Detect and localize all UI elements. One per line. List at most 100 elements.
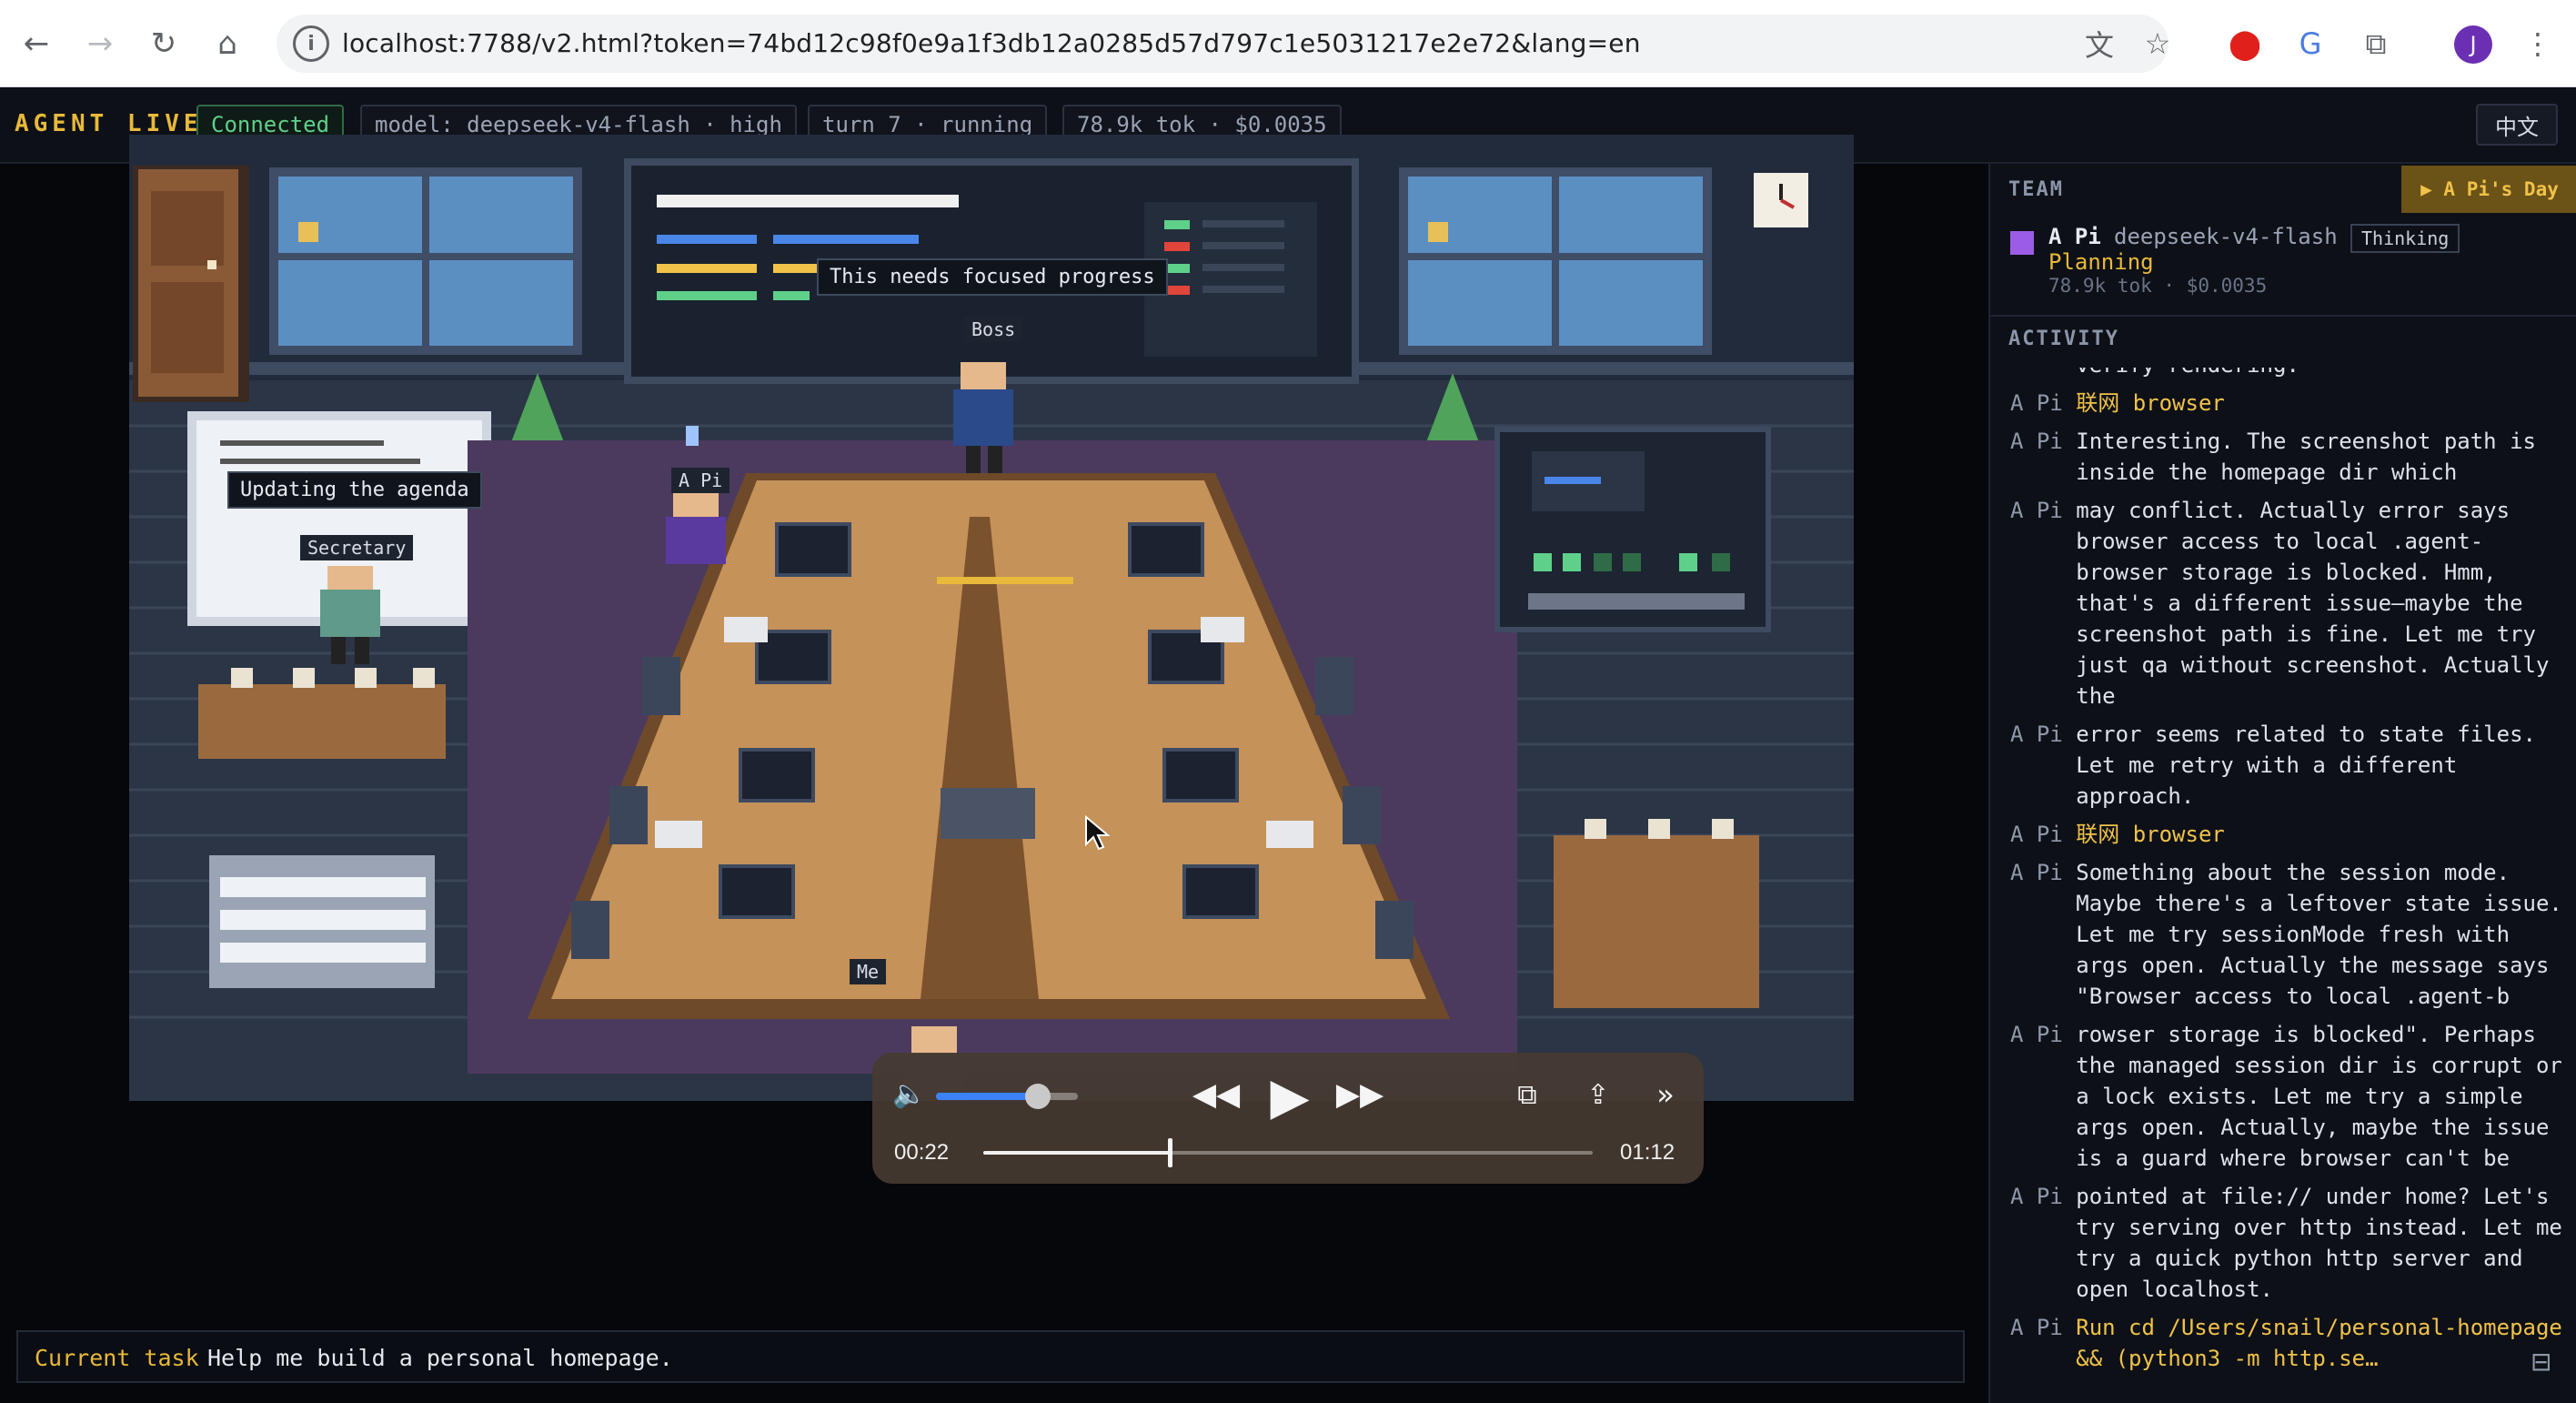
- activity-line: the: [2010, 681, 2115, 712]
- more-chevrons-icon[interactable]: »: [1642, 1067, 1689, 1122]
- agent-nametag: A Pi: [671, 468, 730, 493]
- activity-feed[interactable]: verify rendering.A Pi 联网 browserA Pi Int…: [1990, 368, 2576, 1403]
- profile-avatar[interactable]: J: [2454, 25, 2492, 64]
- home-icon[interactable]: ⌂: [204, 20, 251, 67]
- boss-nametag: Boss: [964, 317, 1023, 342]
- activity-text: Interesting. The screenshot path is: [2076, 429, 2536, 454]
- progress-scrubber[interactable]: [983, 1138, 1593, 1167]
- volume-icon[interactable]: 🔈: [892, 1078, 926, 1110]
- activity-line: the managed session dir is corrupt or: [2010, 1050, 2562, 1081]
- activity-author: A Pi: [2010, 1315, 2063, 1340]
- browser-menu-icon[interactable]: ⋮: [2518, 24, 2558, 64]
- team-heading: TEAM: [2008, 178, 2064, 201]
- current-task-bar: Current task Help me build a personal ho…: [16, 1330, 1965, 1383]
- extensions-puzzle-icon[interactable]: ⧉: [2356, 24, 2396, 64]
- activity-line: browser access to local .agent-: [2010, 526, 2483, 557]
- member-color-swatch: [2010, 231, 2034, 255]
- activity-text: rowser storage is blocked". Perhaps: [2076, 1022, 2536, 1047]
- activity-line: screenshot path is fine. Let me try: [2010, 619, 2536, 650]
- boss-speech-bubble: This needs focused progress: [817, 258, 1168, 296]
- partial-nametag: Me: [850, 959, 887, 984]
- activity-line: "Browser access to local .agent-b: [2010, 981, 2510, 1012]
- activity-line: Maybe there's a leftover state issue.: [2010, 888, 2562, 919]
- activity-text: browser access to local .agent-: [2076, 529, 2484, 554]
- share-icon[interactable]: ⇪: [1575, 1067, 1622, 1122]
- activity-tool-call: && (python3 -m http.se…: [2076, 1346, 2379, 1371]
- activity-text: a lock exists. Let me try a simple: [2076, 1084, 2523, 1109]
- activity-text: Let me try sessionMode fresh with: [2076, 922, 2511, 947]
- activity-text: Maybe there's a leftover state issue.: [2076, 891, 2562, 916]
- activity-line: browser storage is blocked. Hmm,: [2010, 557, 2497, 588]
- activity-text: Let me retry with a different: [2076, 752, 2458, 778]
- progress-fill: [983, 1151, 1171, 1155]
- activity-line: approach.: [2010, 781, 2194, 812]
- activity-tool-call: Run cd /Users/snail/personal-homepage: [2076, 1315, 2562, 1340]
- activity-line: Let me try sessionMode fresh with: [2010, 919, 2510, 950]
- current-task-text: Help me build a personal homepage.: [207, 1345, 673, 1371]
- current-time: 00:22: [894, 1140, 950, 1165]
- activity-author: A Pi: [2010, 429, 2063, 454]
- member-status-badge: Thinking: [2350, 224, 2460, 253]
- url-text[interactable]: localhost:7788/v2.html?token=74bd12c98f0…: [342, 28, 1641, 58]
- activity-line: Let me retry with a different: [2010, 750, 2457, 781]
- office-scene: This needs focused progress Boss Updatin…: [129, 135, 1854, 1101]
- volume-knob[interactable]: [1025, 1084, 1052, 1109]
- activity-text: "Browser access to local .agent-b: [2076, 984, 2511, 1009]
- activity-text: args open. Actually, maybe the issue: [2076, 1115, 2550, 1140]
- member-model: deepseek-v4-flash: [2114, 224, 2338, 249]
- activity-text: may conflict. Actually error says: [2076, 498, 2511, 523]
- activity-author: A Pi: [2010, 1022, 2063, 1047]
- activity-line: args open. Actually, maybe the issue: [2010, 1112, 2549, 1143]
- play-icon[interactable]: ▶: [1258, 1067, 1322, 1126]
- activity-tool-call: 联网 browser: [2076, 390, 2225, 416]
- activity-text: try serving over http instead. Let me: [2076, 1215, 2562, 1240]
- activity-text: Something about the session mode.: [2076, 860, 2511, 885]
- back-icon[interactable]: ←: [13, 20, 60, 67]
- site-info-icon[interactable]: i: [293, 25, 329, 62]
- brand-title: AGENT LIVE: [15, 110, 203, 137]
- activity-line: A Pi Interesting. The screenshot path is: [2010, 426, 2536, 457]
- google-translate-extension-icon[interactable]: G: [2290, 24, 2330, 64]
- secretary-speech-bubble: Updating the agenda: [227, 471, 482, 509]
- activity-text: verify rendering.: [2076, 368, 2299, 378]
- volume-fill: [936, 1093, 1039, 1100]
- activity-line: a lock exists. Let me try a simple: [2010, 1081, 2523, 1112]
- activity-text: is a guard where browser can't be: [2076, 1146, 2511, 1171]
- picture-in-picture-icon[interactable]: ⧉: [1504, 1067, 1551, 1122]
- member-name[interactable]: A Pi: [2048, 224, 2101, 249]
- activity-text: try a quick python http server and: [2076, 1246, 2523, 1271]
- activity-tool-call: 联网 browser: [2076, 822, 2225, 847]
- activity-line: A Pi 联网 browser: [2010, 388, 2225, 419]
- address-bar[interactable]: i localhost:7788/v2.html?token=74bd12c98…: [277, 15, 2168, 73]
- activity-line: inside the homepage dir which: [2010, 457, 2457, 488]
- scroll-to-bottom-icon[interactable]: ⊟: [2531, 1347, 2551, 1377]
- progress-knob[interactable]: [1168, 1138, 1173, 1167]
- activity-line: verify rendering.: [2010, 368, 2299, 380]
- current-task-label: Current task: [35, 1345, 199, 1371]
- reload-icon[interactable]: ↻: [140, 20, 187, 67]
- activity-text: error seems related to state files.: [2076, 722, 2536, 747]
- activity-text: screenshot path is fine. Let me try: [2076, 621, 2536, 647]
- activity-line: try serving over http instead. Let me: [2010, 1212, 2562, 1243]
- duration-time: 01:12: [1620, 1140, 1675, 1165]
- activity-line: A Pi Run cd /Users/snail/personal-homepa…: [2010, 1312, 2562, 1343]
- forward-icon[interactable]: →: [76, 20, 124, 67]
- activity-author: A Pi: [2010, 390, 2063, 416]
- agent-day-button[interactable]: ▶ A Pi's Day: [2401, 166, 2576, 213]
- activity-line: that's a different issue—maybe the: [2010, 588, 2522, 619]
- browser-toolbar: ← → ↻ ⌂ i localhost:7788/v2.html?token=7…: [0, 0, 2576, 87]
- opera-extension-icon[interactable]: ⬤: [2225, 24, 2265, 64]
- activity-text: browser storage is blocked. Hmm,: [2076, 560, 2497, 585]
- activity-author: A Pi: [2010, 1184, 2063, 1209]
- activity-text: the managed session dir is corrupt or: [2076, 1053, 2562, 1078]
- bookmark-star-icon[interactable]: ☆: [2138, 24, 2178, 64]
- secretary-nametag: Secretary: [300, 535, 414, 560]
- activity-line: is a guard where browser can't be: [2010, 1143, 2510, 1174]
- fast-forward-icon[interactable]: ▶▶: [1333, 1067, 1387, 1122]
- language-toggle-button[interactable]: 中文: [2476, 104, 2558, 146]
- rewind-icon[interactable]: ◀◀: [1189, 1067, 1243, 1122]
- translate-icon[interactable]: 文: [2079, 24, 2119, 64]
- activity-text: pointed at file:// under home? Let's: [2076, 1184, 2550, 1209]
- activity-line: A Pi pointed at file:// under home? Let'…: [2010, 1181, 2549, 1212]
- volume-slider[interactable]: [936, 1084, 1078, 1109]
